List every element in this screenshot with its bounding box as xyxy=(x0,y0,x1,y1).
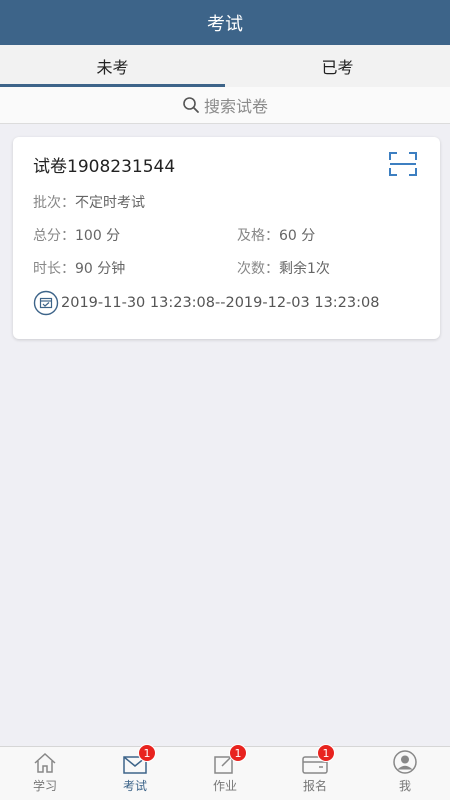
search-icon xyxy=(183,97,199,113)
nav-label: 作业 xyxy=(212,779,237,793)
scan-icon[interactable] xyxy=(388,151,418,177)
notification-badge: 1 xyxy=(317,744,335,762)
duration-row: 时长：90 分钟 xyxy=(33,258,125,278)
nav-label: 考试 xyxy=(122,779,147,793)
pass-score-value: 60 分 xyxy=(279,228,316,244)
pass-score-row: 及格：60 分 xyxy=(237,225,315,245)
tab-label: 已考 xyxy=(321,58,354,77)
home-icon xyxy=(34,752,56,773)
exam-card[interactable]: 试卷1908231544 批次：不定时考试 总分：100 分 及格：60 分 时… xyxy=(13,137,440,339)
batch-value: 不定时考试 xyxy=(75,195,145,211)
page-header: 考试 xyxy=(0,0,450,45)
bottom-nav: 学习 1 考试 1 作业 1 报名 我 xyxy=(0,744,450,800)
attempts-row: 次数：剩余1次 xyxy=(237,258,330,278)
duration-value: 90 分钟 xyxy=(75,261,126,277)
total-score-row: 总分：100 分 xyxy=(33,225,120,245)
nav-item-homework[interactable]: 1 作业 xyxy=(180,744,270,800)
tab-label: 未考 xyxy=(96,58,129,77)
attempts-value: 剩余1次 xyxy=(279,261,330,277)
notification-badge: 1 xyxy=(138,744,156,762)
total-score-value: 100 分 xyxy=(75,228,121,244)
user-icon xyxy=(393,750,417,774)
batch-label: 批次： xyxy=(33,195,75,211)
attempts-label: 次数： xyxy=(237,261,279,277)
nav-label: 我 xyxy=(398,779,411,793)
exam-time-range: 2019-11-30 13:23:08--2019-12-03 13:23:08 xyxy=(33,290,379,316)
nav-item-study[interactable]: 学习 xyxy=(0,747,90,800)
nav-item-signup[interactable]: 1 报名 xyxy=(270,744,360,800)
pass-score-label: 及格： xyxy=(237,228,279,244)
tab-not-taken[interactable]: 未考 xyxy=(0,45,225,87)
search-placeholder: 搜索试卷 xyxy=(203,97,268,116)
search-input[interactable]: 搜索试卷 xyxy=(0,87,450,124)
batch-row: 批次：不定时考试 xyxy=(33,192,145,212)
notification-badge: 1 xyxy=(229,744,247,762)
nav-label: 学习 xyxy=(32,779,57,793)
tab-taken[interactable]: 已考 xyxy=(225,45,450,87)
nav-item-exam[interactable]: 1 考试 xyxy=(90,744,180,800)
page-title: 考试 xyxy=(207,13,243,35)
calendar-icon xyxy=(33,290,59,316)
exam-status-tabs: 未考 已考 xyxy=(0,45,450,87)
duration-label: 时长： xyxy=(33,261,75,277)
nav-label: 报名 xyxy=(302,779,327,793)
total-score-label: 总分： xyxy=(33,228,75,244)
exam-title: 试卷1908231544 xyxy=(33,157,176,177)
time-range-text: 2019-11-30 13:23:08--2019-12-03 13:23:08 xyxy=(61,295,380,311)
nav-item-me[interactable]: 我 xyxy=(360,747,450,800)
